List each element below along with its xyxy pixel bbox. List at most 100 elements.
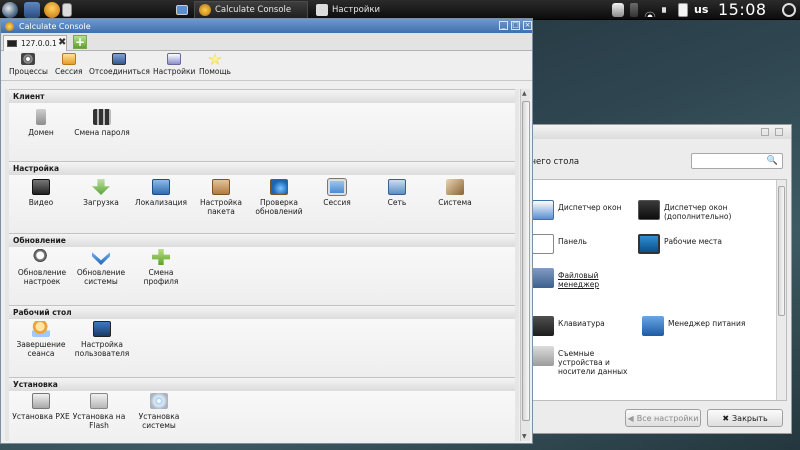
- console-titlebar[interactable]: Calculate Console _ □ ×: [1, 19, 532, 33]
- disconnect-button[interactable]: Отсоединиться: [89, 53, 150, 76]
- settings-item-panel[interactable]: Панель: [532, 234, 632, 254]
- localization-icon: [152, 179, 170, 195]
- maximize-icon[interactable]: [775, 128, 783, 136]
- clipboard-icon[interactable]: [678, 3, 688, 17]
- section-install: Установка Установка PXE Установка на Fla…: [9, 377, 515, 441]
- tab-host[interactable]: 127.0.0.1 ✖: [3, 35, 67, 51]
- system-icon: [446, 179, 464, 195]
- panel-icon: [532, 234, 554, 254]
- profile-change-icon: [152, 249, 170, 265]
- battery-icon[interactable]: [630, 3, 638, 17]
- domain-icon: [36, 109, 46, 125]
- removable-media-icon: [532, 346, 554, 366]
- module-video[interactable]: Видео: [11, 179, 71, 208]
- password-change-icon: [93, 109, 111, 125]
- processes-button[interactable]: Процессы: [9, 53, 48, 76]
- clock[interactable]: 15:08: [718, 0, 767, 19]
- flash-install-icon: [90, 393, 108, 409]
- close-button[interactable]: ✖ Закрыть: [707, 409, 783, 427]
- section-update: Обновление Обновление настроек Обновлени…: [9, 233, 515, 305]
- section-client: Клиент Домен Смена пароля: [9, 89, 515, 161]
- module-profile-change[interactable]: Смена профиля: [131, 249, 191, 286]
- close-icon[interactable]: ×: [523, 21, 532, 30]
- help-icon: [207, 53, 222, 65]
- help-button[interactable]: Помощь: [199, 53, 231, 76]
- taskbar-item-desktop[interactable]: [172, 1, 192, 19]
- wifi-icon[interactable]: [644, 3, 656, 17]
- settings-item-list: Диспетчер окон Диспетчер окон (дополните…: [529, 179, 787, 401]
- calculate-icon: [199, 4, 211, 16]
- session-icon: [61, 53, 76, 65]
- module-package-settings[interactable]: Настройка пакета: [191, 179, 251, 216]
- module-system-update[interactable]: Обновление системы: [71, 249, 131, 286]
- section-title: Настройка: [9, 161, 515, 175]
- system-install-icon: [150, 393, 168, 409]
- search-icon: 🔍: [766, 156, 778, 166]
- module-localization[interactable]: Локализация: [127, 179, 195, 208]
- add-tab-button[interactable]: +: [73, 35, 87, 49]
- file-manager-launcher-icon[interactable]: [24, 2, 40, 18]
- trash-icon[interactable]: [612, 3, 624, 17]
- volume-icon[interactable]: [662, 3, 670, 17]
- settings-button[interactable]: Настройки: [153, 53, 195, 76]
- settings-window-titlebar[interactable]: [523, 125, 791, 139]
- module-panel-scrollbar[interactable]: ▲ ▼: [520, 89, 530, 441]
- session-button[interactable]: Сессия: [55, 53, 82, 76]
- taskbar-item-console[interactable]: Calculate Console: [194, 1, 308, 19]
- module-password-change[interactable]: Смена пароля: [67, 109, 137, 138]
- tab-label: 127.0.0.1: [21, 39, 57, 48]
- calculate-launcher-icon[interactable]: [44, 2, 60, 18]
- settings-subtitle: чего стола: [531, 157, 580, 167]
- network-icon: [388, 179, 406, 195]
- console-window: Calculate Console _ □ × 127.0.0.1 ✖ + Пр…: [0, 18, 533, 444]
- module-session[interactable]: Сессия: [307, 178, 367, 208]
- module-pxe-install[interactable]: Установка PXE: [11, 393, 71, 422]
- logout-icon: [32, 321, 50, 337]
- taskbar-item-settings[interactable]: Настройки: [312, 1, 412, 19]
- pxe-install-icon: [32, 393, 50, 409]
- settings-search-input[interactable]: 🔍: [691, 153, 783, 169]
- close-tab-icon[interactable]: ✖: [58, 37, 66, 48]
- section-title: Установка: [9, 377, 515, 391]
- settings-list-scrollbar[interactable]: [776, 180, 786, 400]
- module-flash-install[interactable]: Установка на Flash: [69, 393, 129, 430]
- settings-item-file-manager[interactable]: Файловый менеджер: [532, 268, 632, 289]
- minimize-icon[interactable]: _: [499, 21, 508, 30]
- module-system[interactable]: Система: [425, 179, 485, 208]
- settings-app-icon: [316, 4, 328, 16]
- monitor-icon: [7, 40, 17, 47]
- module-logout[interactable]: Завершение сеанса: [11, 321, 71, 358]
- settings-item-window-manager-advanced[interactable]: Диспетчер окон (дополнительно): [638, 200, 778, 221]
- settings-item-removable-media[interactable]: Съемные устройства и носители данных: [532, 346, 632, 376]
- keyboard-layout-indicator[interactable]: us: [694, 3, 708, 16]
- module-domain[interactable]: Домен: [11, 109, 71, 138]
- power-icon[interactable]: [782, 3, 796, 17]
- desktop-icon: [176, 5, 188, 15]
- module-system-install[interactable]: Установка системы: [129, 393, 189, 430]
- app-menu-icon[interactable]: [2, 2, 18, 18]
- settings-item-workspaces[interactable]: Рабочие места: [638, 234, 778, 254]
- settings-item-power-manager[interactable]: Менеджер питания: [642, 316, 778, 336]
- module-network[interactable]: Сеть: [367, 179, 427, 208]
- minimize-icon[interactable]: [761, 128, 769, 136]
- scrollbar-thumb[interactable]: [522, 101, 530, 421]
- keyboard-icon: [532, 316, 554, 336]
- module-user-settings[interactable]: Настройка пользователя: [71, 321, 133, 358]
- module-update-check[interactable]: Проверка обновлений: [247, 179, 311, 216]
- maximize-icon[interactable]: □: [511, 21, 520, 30]
- workspaces-icon: [638, 234, 660, 254]
- scroll-down-icon[interactable]: ▼: [522, 433, 527, 440]
- window-manager-icon: [532, 200, 554, 220]
- update-settings-icon: [33, 249, 51, 265]
- settings-item-keyboard[interactable]: Клавиатура: [532, 316, 632, 336]
- settings-item-window-manager[interactable]: Диспетчер окон: [532, 200, 632, 220]
- all-settings-button[interactable]: ◀ Все настройки: [625, 409, 701, 427]
- module-update-settings[interactable]: Обновление настроек: [11, 249, 73, 286]
- scroll-up-icon[interactable]: ▲: [522, 90, 527, 97]
- video-icon: [32, 179, 50, 195]
- terminal-launcher-icon[interactable]: [62, 3, 72, 17]
- module-boot[interactable]: Загрузка: [71, 179, 131, 208]
- window-title: Calculate Console: [19, 21, 91, 31]
- section-desktop: Рабочий стол Завершение сеанса Настройка…: [9, 305, 515, 377]
- scrollbar-thumb[interactable]: [778, 186, 785, 316]
